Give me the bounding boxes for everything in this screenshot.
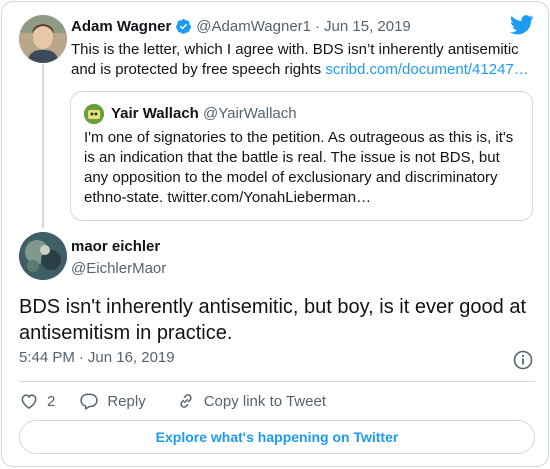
quoted-author-handle: @YairWallach: [203, 105, 297, 122]
reply-icon: [80, 393, 99, 410]
quoted-tweet-text: I'm one of signatories to the petition. …: [84, 129, 514, 206]
heart-icon: [21, 394, 37, 409]
timestamp-separator: ·: [78, 349, 84, 366]
tweet-time[interactable]: 5:44 PM: [19, 349, 75, 366]
header-separator: ·: [315, 17, 321, 35]
parent-tweet-date[interactable]: Jun 15, 2019: [324, 18, 411, 35]
tweet-actions-bar: 2 Reply Copy link to Tweet: [19, 390, 356, 412]
parent-tweet-link[interactable]: scribd.com/document/41247…: [325, 61, 528, 78]
reply-label: Reply: [107, 392, 146, 410]
link-icon: [180, 394, 192, 408]
quoted-tweet-header: Yair Wallach @YairWallach: [111, 104, 297, 124]
parent-tweet-text: This is the letter, which I agree with. …: [71, 40, 533, 80]
tweet-timestamp[interactable]: 5:44 PM · Jun 16, 2019: [19, 349, 175, 366]
like-count: 2: [47, 392, 56, 410]
tweet-date[interactable]: Jun 16, 2019: [88, 349, 175, 366]
main-tweet-text: BDS isn't inherently antisemitic, but bo…: [19, 296, 527, 344]
main-author-name[interactable]: maor eichler: [71, 238, 160, 255]
actions-divider: [19, 381, 535, 382]
explore-twitter-button[interactable]: Explore what's happening on Twitter: [19, 420, 535, 454]
info-icon[interactable]: [512, 349, 534, 371]
quoted-tweet-card[interactable]: Yair Wallach @YairWallach I'm one of sig…: [70, 91, 533, 221]
avatar-maor-eichler[interactable]: [19, 232, 67, 280]
tweet-embed-card: Adam Wagner @AdamWagner1 · Jun 15, 2019 …: [1, 1, 549, 467]
avatar-adam-wagner[interactable]: [19, 15, 67, 63]
copy-link-button[interactable]: Copy link to Tweet: [176, 391, 326, 411]
like-button[interactable]: 2: [19, 391, 55, 411]
parent-author-name[interactable]: Adam Wagner: [71, 18, 171, 35]
reply-button[interactable]: Reply: [79, 391, 146, 411]
main-author-handle[interactable]: @EichlerMaor: [71, 260, 166, 277]
verified-badge-icon: [176, 18, 192, 34]
avatar-yair-wallach: [84, 104, 104, 124]
thread-connector-line: [42, 64, 44, 228]
twitter-bird-icon[interactable]: [510, 15, 534, 35]
parent-tweet-header: Adam Wagner @AdamWagner1 · Jun 15, 2019: [71, 15, 411, 37]
parent-author-handle[interactable]: @AdamWagner1: [196, 18, 311, 35]
quoted-author-name: Yair Wallach: [111, 105, 199, 122]
copy-link-label: Copy link to Tweet: [203, 392, 326, 410]
